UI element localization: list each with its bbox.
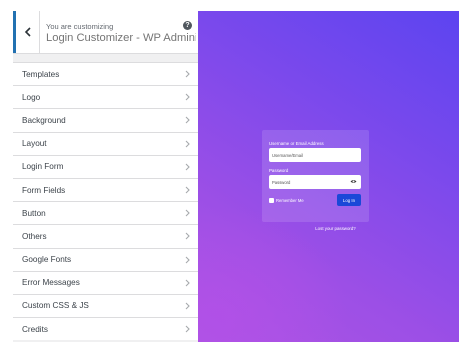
sidebar-item-login-form[interactable]: Login Form [13, 154, 198, 178]
login-preview: Username or Email Address Username/Email… [198, 11, 459, 342]
sidebar-item-background[interactable]: Background [13, 108, 198, 132]
chevron-right-icon [185, 209, 190, 217]
remember-me-checkbox[interactable] [269, 198, 274, 203]
chevron-right-icon [185, 140, 190, 148]
chevron-right-icon [185, 302, 190, 310]
chevron-left-icon [24, 27, 31, 37]
eye-icon[interactable] [350, 179, 357, 184]
sidebar-item-label: Custom CSS & JS [22, 301, 89, 311]
back-button[interactable] [13, 11, 40, 53]
sidebar-item-label: Layout [22, 139, 47, 149]
sidebar-item-form-fields[interactable]: Form Fields [13, 177, 198, 202]
password-input[interactable]: Password [269, 175, 361, 189]
sidebar-item-button[interactable]: Button [13, 201, 198, 225]
sidebar-item-label: Logo [22, 92, 41, 102]
sidebar-item-logo[interactable]: Logo [13, 85, 198, 109]
chevron-right-icon [185, 325, 190, 333]
username-input[interactable]: Username/Email [269, 148, 361, 162]
sidebar-item-google-fonts[interactable]: Google Fonts [13, 247, 198, 271]
sidebar-item-label: Button [22, 208, 46, 218]
section-list: Templates Logo Background Layout Login Form F… [13, 62, 198, 341]
username-label: Username or Email Address [269, 141, 324, 146]
sidebar-item-label: Templates [22, 69, 60, 79]
sidebar-item-templates[interactable]: Templates [13, 62, 198, 86]
sidebar-item-label: Login Form [22, 162, 64, 172]
sidebar-item-others[interactable]: Others [13, 224, 198, 248]
sidebar-item-error-messages[interactable]: Error Messages [13, 270, 198, 294]
chevron-right-icon [185, 163, 190, 171]
lost-password-link[interactable]: Lost your password? [198, 226, 459, 231]
sidebar-item-label: Google Fonts [22, 255, 72, 265]
sidebar-item-credits[interactable]: Credits [13, 317, 198, 341]
sidebar-item-label: Error Messages [22, 278, 80, 288]
chevron-right-icon [185, 117, 190, 124]
chevron-right-icon [185, 70, 190, 78]
sidebar-item-label: Form Fields [22, 185, 66, 195]
help-icon[interactable]: ? [183, 21, 192, 30]
sidebar-item-label: Background [22, 115, 66, 125]
sidebar-header: You are customizing Login Customizer - W… [13, 11, 198, 54]
password-value: Password [272, 179, 291, 185]
password-label: Password [269, 168, 289, 173]
sidebar-item-layout[interactable]: Layout [13, 131, 198, 155]
sidebar-item-label: Others [22, 231, 47, 241]
chevron-right-icon [185, 256, 190, 263]
customizer-window: You are customizing Login Customizer - W… [13, 11, 459, 342]
customizer-sidebar: You are customizing Login Customizer - W… [13, 11, 198, 342]
panel-title: Login Customizer - WP Adminify [46, 32, 196, 44]
chevron-right-icon [185, 186, 190, 194]
sidebar-item-label: Credits [22, 324, 48, 334]
remember-me-label: Remember Me [276, 198, 304, 203]
sidebar-item-custom-css-js[interactable]: Custom CSS & JS [13, 293, 198, 318]
chevron-right-icon [185, 279, 190, 287]
log-in-button[interactable]: Log In [337, 194, 361, 206]
customizing-label: You are customizing [46, 22, 114, 31]
chevron-right-icon [185, 93, 190, 101]
login-form-card: Username or Email Address Username/Email… [262, 130, 369, 222]
chevron-right-icon [185, 233, 190, 240]
